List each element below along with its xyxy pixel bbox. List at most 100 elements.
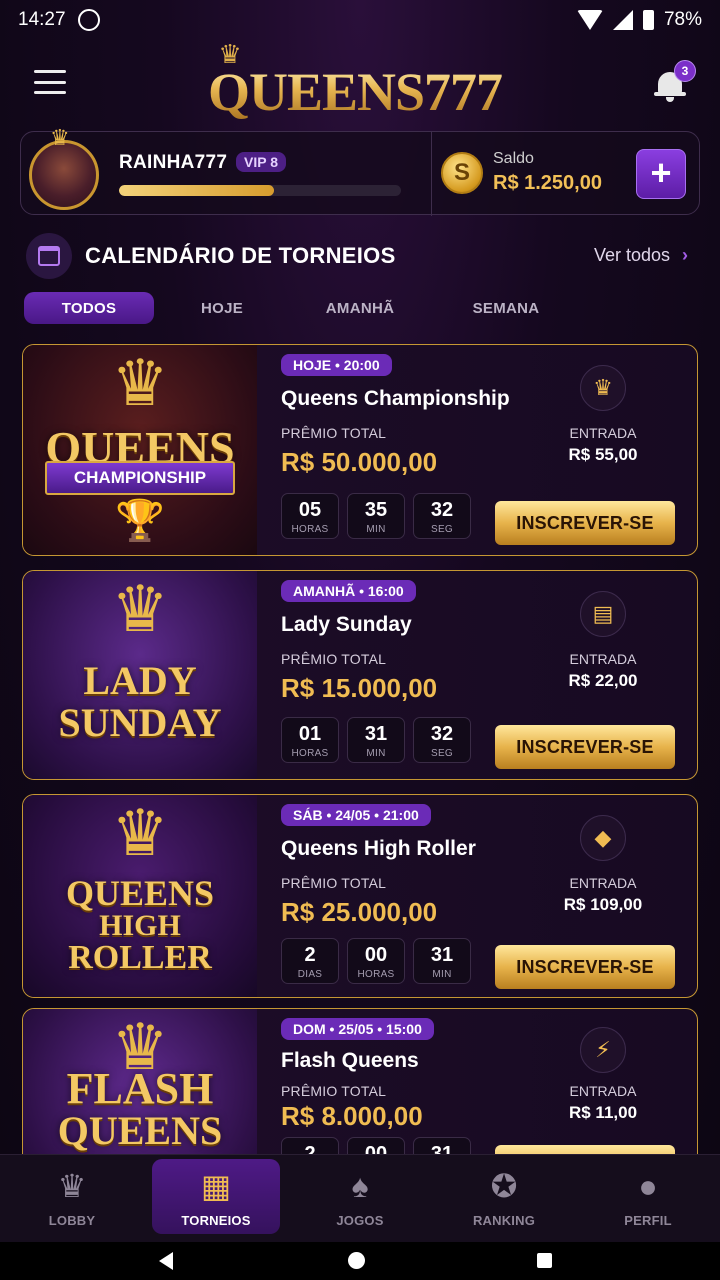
home-icon[interactable] [348,1252,365,1269]
app-header: ♛ QUEENS777 3 [0,40,720,130]
timer-unit: MIN [366,748,386,759]
nav-label: LOBBY [48,1213,96,1228]
signup-button[interactable]: INSCREVER-SE [495,725,675,769]
tournament-image: ♛ QUEENS HIGH ROLLER [23,795,257,997]
nav-label: TORNEIOS [181,1213,251,1228]
bottom-nav: ♛ LOBBY ▦ TORNEIOS ♠ JOGOS ✪ RANKING ● P… [0,1154,720,1242]
tournament-card[interactable]: ♛ LADY SUNDAY AMANHÃ • 16:00 Lady Sunday… [22,570,698,780]
date-badge: DOM • 25/05 • 15:00 [281,1018,434,1040]
avatar-crown-icon: ♛ [50,125,70,150]
nav-item-torneios[interactable]: ▦ TORNEIOS [144,1155,288,1242]
timer-box: 05 HORAS [281,493,339,539]
crown-icon: ♛ [111,347,169,419]
countdown-timer: 05 HORAS 35 MIN 32 SEG [281,493,471,539]
crown-icon: ♛ [57,1168,87,1204]
section-header: CALENDÁRIO DE TORNEIOS Ver todos › [26,233,696,279]
notification-bell-icon[interactable]: 3 [654,60,696,102]
entry-label: ENTRADA [569,425,637,441]
nav-item-perfil[interactable]: ● PERFIL [576,1155,720,1242]
countdown-timer: 01 HORAS 31 MIN 32 SEG [281,717,471,763]
wifi-icon [576,10,603,30]
timer-unit: SEG [430,524,454,535]
recent-apps-icon[interactable] [537,1253,552,1268]
username: RAINHA777 [119,152,228,173]
timer-box: 32 SEG [413,493,471,539]
timer-box: 35 MIN [347,493,405,539]
entry-value: R$ 11,00 [568,1103,638,1122]
image-title: QUEENS [57,1108,223,1153]
tournament-image: ♛ LADY SUNDAY [23,571,257,779]
trophy-icon: 🏆 [115,499,165,543]
filter-tabs: TODOS HOJE AMANHÃ SEMANA [24,292,584,324]
battery-level: 78% [663,9,702,30]
countdown-timer: 2 DIAS 00 HORAS 31 MIN [281,938,471,984]
system-nav-bar [0,1242,720,1280]
tab-hoje[interactable]: HOJE [154,292,290,324]
timer-value: 05 [298,499,322,521]
entry-label: ENTRADA [569,875,637,891]
coin-icon: S [441,152,483,194]
entry-value: R$ 22,00 [568,671,638,690]
xp-progress-bar [119,185,401,196]
tab-amanha[interactable]: AMANHÃ [290,292,430,324]
nav-item-lobby[interactable]: ♛ LOBBY [0,1155,144,1242]
status-time: 14:27 [18,9,66,30]
chevron-right-icon: › [682,245,688,265]
tab-todos[interactable]: TODOS [24,292,154,324]
date-badge: AMANHÃ • 16:00 [281,580,416,602]
whatsapp-icon [77,9,100,31]
crown-icon: ♛ [580,365,626,411]
tournament-name: Lady Sunday [281,613,412,636]
section-title: CALENDÁRIO DE TORNEIOS [85,243,396,268]
tournament-card[interactable]: ♛ QUEENS HIGH ROLLER SÁB • 24/05 • 21:00… [22,794,698,998]
timer-unit: HORAS [357,969,395,980]
add-funds-button[interactable]: + [636,149,686,199]
timer-value: 01 [298,723,322,745]
prize-label: PRÊMIO TOTAL [281,1083,387,1099]
nav-label: PERFIL [624,1213,672,1228]
timer-box: 32 SEG [413,717,471,763]
avatar[interactable]: ♛ [29,125,99,210]
tournament-name: Queens Championship [281,387,510,410]
calendar-icon [26,233,72,279]
prize-value: R$ 50.000,00 [281,447,438,477]
timer-unit: MIN [366,524,386,535]
timer-value: 31 [430,944,454,966]
timer-value: 32 [430,723,454,745]
tournament-image: ♛ QUEENS CHAMPIONSHIP 🏆 [23,345,257,555]
nav-item-ranking[interactable]: ✪ RANKING [432,1155,576,1242]
crown-icon: ♛ [111,573,169,645]
logo-text: QUEENS777 [207,62,503,122]
balance-value: R$ 1.250,00 [493,172,602,194]
signal-icon [612,10,633,30]
diamond-icon: ◆ [580,815,626,861]
prize-value: R$ 15.000,00 [281,673,438,703]
image-title: QUEENS [65,873,215,913]
timer-value: 2 [304,944,316,966]
timer-value: 31 [364,723,388,745]
timer-value: 00 [364,944,388,966]
back-icon[interactable] [159,1252,173,1270]
lightning-icon: ⚡ [580,1027,626,1073]
nav-label: RANKING [472,1213,536,1228]
see-all-link[interactable]: Ver todos › [594,245,688,266]
image-title: ROLLER [68,939,212,976]
timer-box: 31 MIN [347,717,405,763]
prize-label: PRÊMIO TOTAL [281,425,387,441]
signup-button[interactable]: INSCREVER-SE [495,501,675,545]
image-title: LADY [83,658,197,703]
nav-item-jogos[interactable]: ♠ JOGOS [288,1155,432,1242]
image-title: SUNDAY [58,700,222,745]
app-logo: ♛ QUEENS777 [190,41,520,124]
timer-box: 2 DIAS [281,938,339,984]
menu-icon[interactable] [34,70,66,94]
tournament-card[interactable]: ♛ QUEENS CHAMPIONSHIP 🏆 HOJE • 20:00 Que… [22,344,698,556]
image-title: FLASH [66,1064,214,1113]
image-ribbon: CHAMPIONSHIP [45,461,235,495]
see-all-label: Ver todos [593,245,670,265]
signup-button[interactable]: INSCREVER-SE [495,945,675,989]
tab-semana[interactable]: SEMANA [430,292,582,324]
xp-progress-fill [119,185,275,196]
entry-value: R$ 55,00 [568,445,638,464]
logo-crown-icon: ♛ [218,39,242,69]
